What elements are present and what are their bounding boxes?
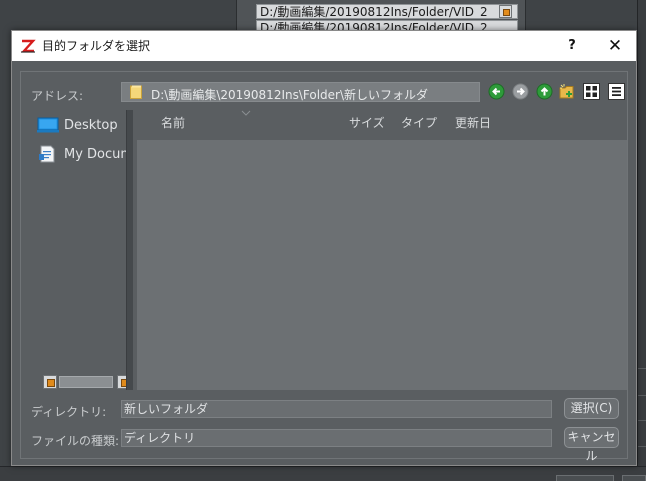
cancel-button[interactable]: キャンセル	[564, 427, 619, 463]
list-view-icon[interactable]	[608, 83, 625, 100]
scroll-left-button[interactable]	[43, 375, 57, 389]
directory-label: ディレクトリ:	[31, 405, 107, 419]
scroll-thumb[interactable]	[59, 376, 113, 388]
folder-icon	[130, 85, 142, 99]
directory-field[interactable]: 新しいフォルダ	[121, 400, 552, 418]
background-right-panel	[637, 0, 646, 481]
file-list-area[interactable]	[137, 140, 627, 390]
up-arrow-icon[interactable]	[536, 83, 553, 100]
dialog-title: 目的フォルダを選択	[42, 39, 151, 53]
address-label: アドレス:	[31, 89, 84, 103]
column-header-name[interactable]: 名前	[161, 114, 185, 131]
close-button[interactable]: ✕	[594, 31, 636, 61]
dialog-inner-panel: アドレス: D:\動画編集\20190812Ins\Folder\新しいフォルダ	[20, 71, 628, 463]
file-list: 名前 サイズ タイプ 更新日	[137, 110, 627, 390]
dialog-body: アドレス: D:\動画編集\20190812Ins\Folder\新しいフォルダ	[12, 61, 636, 465]
place-label: Desktop	[64, 118, 118, 133]
icon-view-icon[interactable]	[583, 83, 600, 100]
app-logo-icon	[21, 39, 36, 53]
sort-descending-icon	[241, 110, 251, 116]
select-folder-dialog: 目的フォルダを選択 ? ✕ アドレス: D:\動画編集\20190812Ins\…	[11, 30, 637, 466]
column-header-modified[interactable]: 更新日	[455, 114, 491, 131]
background-path-field[interactable]: D:/動画編集/20190812Ins/Folder/VID_2	[256, 4, 518, 19]
places-horizontal-scrollbar[interactable]	[35, 374, 131, 390]
file-type-field[interactable]: ディレクトリ	[121, 429, 552, 447]
address-path: D:\動画編集\20190812Ins\Folder\新しいフォルダ	[151, 88, 429, 102]
place-label: My Documents	[64, 147, 133, 162]
background-browse-button[interactable]	[499, 5, 512, 18]
panel-splitter[interactable]	[126, 110, 133, 390]
column-header-size[interactable]: サイズ	[349, 114, 385, 131]
forward-arrow-icon[interactable]	[512, 83, 529, 100]
file-type-label: ファイルの種類:	[31, 434, 120, 448]
background-bottom-bar	[0, 466, 646, 481]
column-header-type[interactable]: タイプ	[401, 114, 437, 131]
select-button[interactable]: 選択(C)	[564, 398, 619, 419]
back-arrow-icon[interactable]	[488, 83, 505, 100]
new-folder-icon[interactable]	[559, 83, 576, 100]
places-panel: Desktop My Documents	[31, 110, 133, 390]
place-item-desktop[interactable]: Desktop	[37, 114, 133, 136]
documents-icon	[39, 145, 55, 163]
desktop-icon	[37, 117, 59, 133]
help-button[interactable]: ?	[552, 31, 592, 61]
title-bar[interactable]: 目的フォルダを選択 ? ✕	[12, 31, 636, 61]
address-field[interactable]: D:\動画編集\20190812Ins\Folder\新しいフォルダ	[121, 82, 480, 102]
place-item-my-documents[interactable]: My Documents	[37, 143, 133, 165]
